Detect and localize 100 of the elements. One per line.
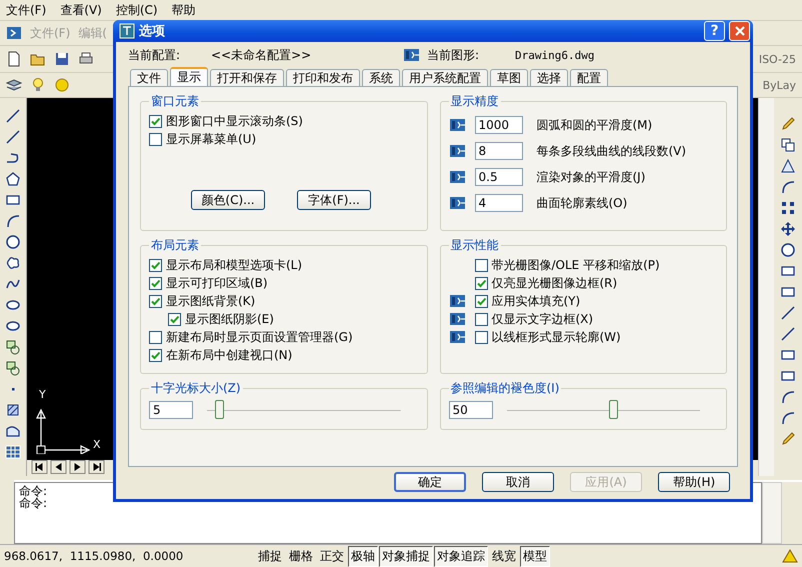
dimension-style[interactable]: ISO-25	[758, 52, 796, 66]
checkbox[interactable]	[149, 132, 162, 146]
checkbox[interactable]	[149, 294, 162, 308]
last-icon[interactable]	[88, 460, 105, 474]
checkbox-label: 显示图纸背景(K)	[166, 292, 256, 310]
close-button[interactable]	[729, 21, 750, 41]
checkbox[interactable]	[474, 330, 488, 344]
arc-icon[interactable]	[780, 389, 796, 405]
status-toggle[interactable]: 对象追踪	[434, 546, 488, 566]
drawing-file-icon	[448, 195, 466, 211]
checkbox-label: 图形窗口中显示滚动条(S)	[166, 112, 303, 130]
triangle-icon[interactable]	[780, 158, 796, 174]
table-icon[interactable]	[5, 444, 21, 460]
next-icon[interactable]	[69, 460, 86, 474]
input-field[interactable]: 50	[448, 401, 492, 419]
status-toggle[interactable]: 极轴	[348, 546, 378, 566]
line-icon[interactable]	[780, 326, 796, 342]
tab[interactable]: 用户系统配置	[402, 69, 488, 86]
checkbox[interactable]	[149, 330, 162, 344]
tab[interactable]: 打开和保存	[210, 69, 284, 86]
checkbox[interactable]	[168, 312, 181, 326]
x-axis-label: X	[93, 438, 101, 451]
close-icon	[734, 25, 746, 37]
menu-item[interactable]: 查看(V)	[60, 2, 102, 18]
tab[interactable]: 显示	[170, 67, 208, 86]
group-title: 显示性能	[450, 237, 500, 254]
slider-thumb[interactable]	[608, 400, 618, 419]
input-field[interactable]: 0.5	[474, 168, 522, 186]
checkbox-label: 新建布局时显示页面设置管理器(G)	[166, 328, 353, 346]
help-button[interactable]: ?	[704, 21, 725, 41]
line-icon[interactable]	[780, 305, 796, 321]
circle-icon[interactable]	[5, 234, 21, 250]
group-title: 参照编辑的褪色度(I)	[450, 380, 560, 397]
move-icon[interactable]	[780, 221, 796, 237]
group-title: 布局元素	[150, 237, 200, 254]
cloud-icon[interactable]	[5, 255, 21, 271]
status-toggle[interactable]: 对象捕捉	[379, 546, 433, 566]
warning-icon[interactable]	[782, 548, 798, 564]
arc-icon[interactable]	[780, 179, 796, 195]
copy-icon[interactable]	[780, 137, 796, 153]
new-file-icon[interactable]	[6, 51, 22, 67]
grid-icon[interactable]	[780, 200, 796, 216]
arc-icon[interactable]	[780, 410, 796, 426]
input-field[interactable]: 4	[474, 194, 522, 212]
block-icon[interactable]	[5, 360, 21, 376]
pencil-icon[interactable]	[780, 431, 796, 447]
arc-icon[interactable]	[5, 213, 21, 229]
input-field[interactable]: 8	[474, 142, 522, 160]
menu-item[interactable]: 文件(F)	[6, 2, 46, 18]
group-title: 十字光标大小(Z)	[150, 380, 242, 397]
tab[interactable]: 草图	[490, 69, 528, 86]
block-icon[interactable]	[5, 339, 21, 355]
circle-icon[interactable]	[780, 242, 796, 258]
field-label: 渲染对象的平滑度(J)	[536, 168, 646, 186]
pencil-icon[interactable]	[780, 116, 796, 132]
drawing-file-icon	[448, 311, 466, 327]
checkbox[interactable]	[474, 276, 488, 290]
checkbox[interactable]	[149, 276, 162, 290]
scrollbar[interactable]	[762, 482, 782, 544]
tab[interactable]: 系统	[362, 69, 400, 86]
dialog-button[interactable]: 确定	[394, 472, 466, 492]
checkbox-label: 应用实体填充(Y)	[492, 292, 580, 310]
tab[interactable]: 选择	[530, 69, 568, 86]
dialog-button[interactable]: 字体(F)...	[297, 190, 371, 210]
first-icon[interactable]	[31, 460, 48, 474]
save-icon[interactable]	[54, 51, 70, 67]
menu-item[interactable]: 帮助	[172, 2, 196, 18]
dialog-button[interactable]: 颜色(C)...	[191, 190, 265, 210]
checkbox[interactable]	[149, 114, 162, 128]
checkbox[interactable]	[149, 258, 162, 272]
input-field[interactable]: 1000	[474, 116, 522, 134]
menu-item[interactable]: 控制(C)	[116, 2, 158, 18]
scrollbar[interactable]	[758, 98, 774, 476]
line-icon[interactable]	[5, 108, 21, 124]
coordinates: 968.0617, 1115.0980, 0.0000	[4, 549, 184, 563]
field-label: 圆弧和圆的平滑度(M)	[536, 116, 652, 134]
pentagon-icon[interactable]	[5, 171, 21, 187]
previous-icon[interactable]	[50, 460, 67, 474]
tab[interactable]: 打印和发布	[286, 69, 360, 86]
checkbox[interactable]	[149, 348, 162, 362]
slider-thumb[interactable]	[214, 400, 224, 419]
checkbox[interactable]	[474, 312, 488, 326]
input-field[interactable]: 5	[149, 401, 193, 419]
checkbox[interactable]	[474, 258, 488, 272]
lightbulb-icon[interactable]	[30, 77, 46, 93]
checkbox[interactable]	[474, 294, 488, 308]
tab[interactable]: 文件	[130, 69, 168, 86]
status-toggle[interactable]: 模型	[520, 546, 550, 566]
line-icon[interactable]	[5, 129, 21, 145]
drawing-label: 当前图形:	[427, 46, 480, 64]
layers-icon[interactable]	[6, 77, 22, 93]
dialog-button[interactable]: 帮助(H)	[658, 472, 730, 492]
checkbox-label: 仅显示文字边框(X)	[492, 310, 594, 328]
linetype-field[interactable]: ByLay	[762, 78, 796, 92]
dialog-button[interactable]: 取消	[482, 472, 554, 492]
tab[interactable]: 配置	[570, 69, 608, 86]
app-icon	[119, 23, 135, 39]
group-title: 窗口元素	[150, 93, 200, 110]
sun-icon[interactable]	[54, 77, 70, 93]
hatch-icon[interactable]	[5, 402, 21, 418]
